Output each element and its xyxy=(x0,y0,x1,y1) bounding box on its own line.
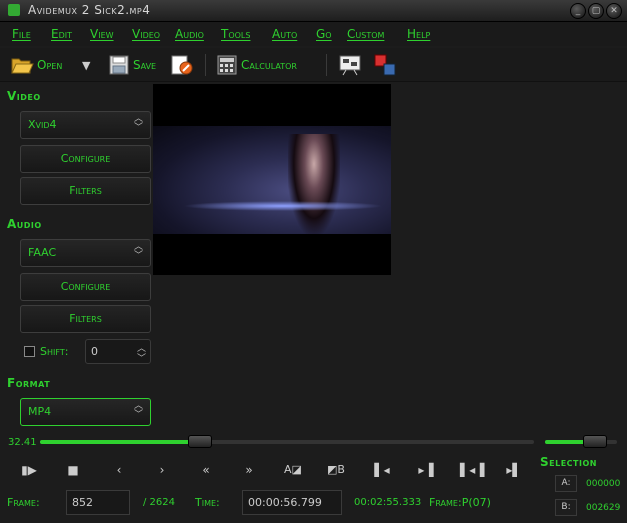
properties-button[interactable] xyxy=(170,53,194,77)
stop-icon[interactable]: ■ xyxy=(62,460,84,480)
format-value: MP4 xyxy=(28,405,52,418)
menu-view[interactable]: View xyxy=(90,27,114,41)
video-filters-button[interactable]: Filters xyxy=(20,177,151,205)
time-label: Time: xyxy=(195,496,220,509)
play-icon[interactable]: ▮▶ xyxy=(18,460,40,480)
time-input[interactable]: 00:00:56.799 xyxy=(242,490,342,515)
menu-go[interactable]: Go xyxy=(316,27,332,41)
audio-filters-button[interactable]: Filters xyxy=(20,305,151,333)
shift-value: 0 xyxy=(91,345,98,358)
output-preview-button[interactable] xyxy=(338,53,362,77)
updown-arrow-icon: ︿ ﹀ xyxy=(133,114,143,133)
calculator-icon xyxy=(217,55,237,75)
folder-open-icon xyxy=(11,58,34,74)
frame-label: Frame: xyxy=(7,496,40,509)
frame-type: Frame:P(07) xyxy=(429,496,491,509)
frame-total: / 2624 xyxy=(143,497,175,508)
properties-wrench-icon xyxy=(171,55,193,75)
menu-file[interactable]: File xyxy=(12,27,31,41)
menu-custom[interactable]: Custom xyxy=(347,27,384,41)
stage-light xyxy=(183,201,383,211)
marker-a-button[interactable]: A: xyxy=(555,475,577,492)
audio-heading: Audio xyxy=(7,217,42,231)
prev-frame-icon[interactable]: ‹ xyxy=(108,460,130,480)
timeline-slider[interactable] xyxy=(40,435,534,448)
duration: 00:02:55.333 xyxy=(354,497,422,508)
video-heading: Video xyxy=(7,89,41,103)
preview-mode-button[interactable] xyxy=(373,53,397,77)
audio-codec-select[interactable]: FAAC ︿ ﹀ xyxy=(20,239,151,267)
go-end-icon[interactable]: ▸▌ xyxy=(503,460,525,480)
open-label: Open xyxy=(37,58,63,72)
performer-silhouette xyxy=(288,134,340,234)
go-start-icon[interactable]: ▌◂▐ xyxy=(460,460,484,480)
audio-codec-value: FAAC xyxy=(28,246,57,259)
marker-a-value: 000000 xyxy=(586,479,621,489)
close-button[interactable]: ✕ xyxy=(606,3,622,19)
menu-edit[interactable]: Edit xyxy=(51,27,72,41)
video-codec-value: Xvid4 xyxy=(28,118,57,131)
updown-arrow-icon: ︿ ﹀ xyxy=(133,242,143,261)
toolbar-separator xyxy=(205,54,206,76)
save-button[interactable]: Save xyxy=(108,53,156,77)
menu-auto[interactable]: Auto xyxy=(272,27,297,41)
shift-spinbox[interactable]: 0 ︿ ﹀ xyxy=(85,339,151,364)
selection-heading: Selection xyxy=(540,455,597,469)
volume-slider[interactable] xyxy=(545,435,617,448)
shift-checkbox[interactable] xyxy=(24,346,35,357)
format-heading: Format xyxy=(7,376,51,390)
rewind-icon[interactable]: « xyxy=(195,460,217,480)
shift-label: Shift: xyxy=(40,345,69,358)
audio-configure-button[interactable]: Configure xyxy=(20,273,151,301)
menu-audio[interactable]: Audio xyxy=(175,27,204,41)
open-dropdown-button[interactable]: ▼ xyxy=(82,53,90,77)
next-keyframe-icon[interactable]: ▸▐ xyxy=(415,460,437,480)
menu-help[interactable]: Help xyxy=(407,27,430,41)
toolbar: Open ▼ Save Calculator xyxy=(0,48,627,82)
window-title: Avidemux 2 Sick2.mp4 xyxy=(28,3,151,17)
floppy-disk-icon xyxy=(109,55,129,75)
set-marker-b-icon[interactable]: ◩B xyxy=(320,460,352,480)
set-marker-a-icon[interactable]: A◪ xyxy=(277,460,309,480)
next-frame-icon[interactable]: › xyxy=(151,460,173,480)
open-button[interactable]: Open xyxy=(10,53,62,77)
updown-arrow-icon: ︿ ﹀ xyxy=(133,401,143,420)
fast-forward-icon[interactable]: » xyxy=(238,460,260,480)
timeline-thumb[interactable] xyxy=(188,435,213,448)
swap-windows-icon xyxy=(374,54,396,76)
prev-keyframe-icon[interactable]: ▌◂ xyxy=(371,460,393,480)
video-configure-button[interactable]: Configure xyxy=(20,145,151,173)
menu-video[interactable]: Video xyxy=(132,27,160,41)
app-icon xyxy=(8,4,20,16)
frame-number-input[interactable]: 852 xyxy=(66,490,130,515)
title-bar: Avidemux 2 Sick2.mp4 _ ▢ ✕ xyxy=(0,0,627,22)
calculator-label: Calculator xyxy=(241,58,297,72)
menu-tools[interactable]: Tools xyxy=(221,27,250,41)
format-select[interactable]: MP4 ︿ ﹀ xyxy=(20,398,151,426)
save-label: Save xyxy=(133,58,157,72)
volume-thumb[interactable] xyxy=(583,435,608,448)
display-compare-icon xyxy=(339,55,361,76)
menu-bar: File Edit View Video Audio Tools Auto Go… xyxy=(0,22,627,46)
marker-b-button[interactable]: B: xyxy=(555,499,577,516)
video-frame xyxy=(153,126,391,234)
timeline-progress xyxy=(40,440,201,444)
video-codec-select[interactable]: Xvid4 ︿ ﹀ xyxy=(20,111,151,139)
video-preview xyxy=(153,84,391,275)
minimize-button[interactable]: _ xyxy=(570,3,586,19)
calculator-button[interactable]: Calculator xyxy=(216,53,297,77)
chevron-down-icon: ▼ xyxy=(82,58,91,72)
maximize-button[interactable]: ▢ xyxy=(588,3,604,19)
toolbar-separator xyxy=(326,54,327,76)
marker-b-value: 002629 xyxy=(586,503,621,513)
timeline-percent: 32.41 xyxy=(8,437,37,448)
spin-down-icon[interactable]: ﹀ xyxy=(137,351,146,364)
